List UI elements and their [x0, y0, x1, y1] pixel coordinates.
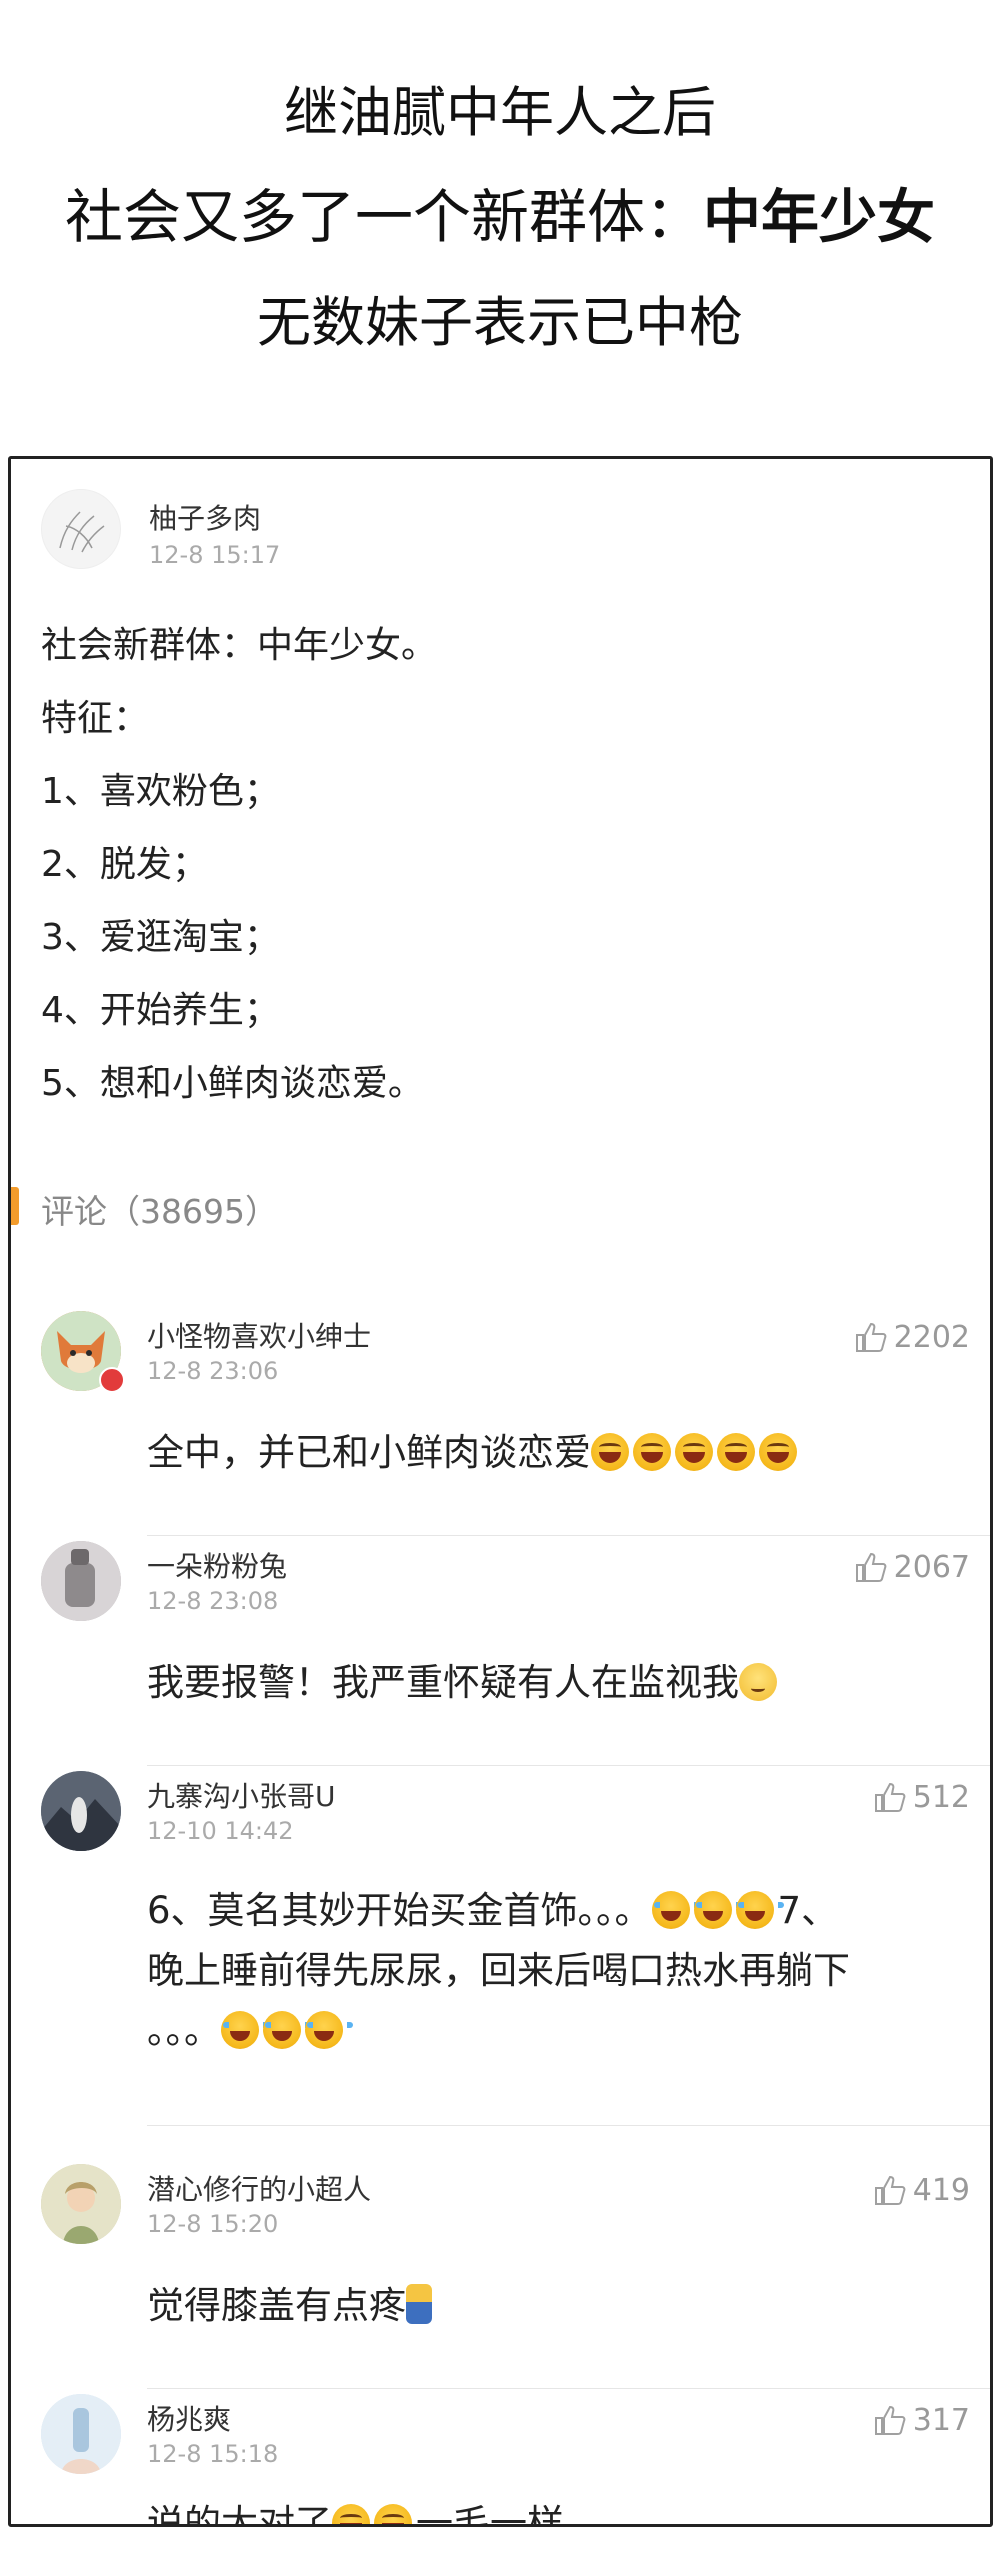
comment-date: 12-10 14:42 [147, 1817, 294, 1845]
comment-text: 觉得膝盖有点疼 [147, 2276, 967, 2336]
comment-text-line: 7、 [777, 1889, 839, 1932]
post-line: 特征： [41, 698, 150, 739]
commenter-avatar[interactable] [41, 2394, 121, 2474]
like-button[interactable]: 2202 [854, 1317, 970, 1357]
comment-item: 一朵粉粉兔 12-8 23:08 2067 我要报警！我严重怀疑有人在监视我 [11, 1541, 990, 1766]
laugh-emoji-icon [675, 1433, 713, 1471]
post-line: 4、开始养生； [41, 990, 280, 1031]
photo-avatar-icon [41, 1541, 121, 1621]
headline-line-1: 继油腻中年人之后 [284, 81, 716, 144]
commenter-name[interactable]: 潜心修行的小超人 [147, 2168, 371, 2208]
comment-divider [147, 2125, 990, 2126]
hands-sketch-icon [59, 511, 105, 553]
post-line: 2、脱发； [41, 844, 208, 885]
comment-item: 杨兆爽 12-8 15:18 317 说的太对了 一毛一样 [11, 2394, 990, 2524]
mountain-photo-avatar-icon [41, 1771, 121, 1851]
thumbs-up-icon [855, 1552, 887, 1582]
comment-divider [147, 1765, 990, 1766]
comment-divider [147, 1535, 990, 1536]
laugh-emoji-icon [633, 1433, 671, 1471]
thumbs-up-icon [874, 2405, 906, 2435]
page-header: 继油腻中年人之后 社会又多了一个新群体：中年少女 无数妹子表示已中枪 [0, 0, 1000, 450]
comment-text: 6、莫名其妙开始买金首饰。。。 7、晚上睡前得先尿尿，回来后喝口热水再躺下。。。 [147, 1881, 967, 2061]
cry-laugh-emoji-icon [221, 2011, 269, 2049]
wink-emoji-icon [739, 1663, 777, 1701]
laugh-emoji-icon [759, 1433, 797, 1471]
comment-item: 小怪物喜欢小绅士 12-8 23:06 2202 全中，并已和小鲜肉谈恋爱 [11, 1311, 990, 1536]
comment-date: 12-8 23:06 [147, 1357, 279, 1385]
headline-line-2-bold: 中年少女 [703, 183, 936, 251]
weibo-screenshot-card: 柚子多肉 12-8 15:17 社会新群体：中年少女。 特征： 1、喜欢粉色； … [8, 456, 993, 2527]
comment-date: 12-8 15:20 [147, 2210, 279, 2238]
comments-count-label: 评论（38695） [41, 1192, 278, 1231]
like-count: 419 [912, 2172, 970, 2208]
like-count: 2067 [893, 1549, 970, 1585]
like-button[interactable]: 317 [873, 2400, 970, 2440]
thumbs-up-icon [874, 2175, 906, 2205]
laugh-emoji-icon [591, 1433, 629, 1471]
post-content: 社会新群体：中年少女。 特征： 1、喜欢粉色； 2、脱发； 3、爱逛淘宝； 4、… [41, 609, 961, 1120]
post-line: 1、喜欢粉色； [41, 771, 280, 812]
laugh-emoji-icon [717, 1433, 755, 1471]
illustration-avatar-icon [41, 2164, 121, 2244]
thumbs-up-icon [855, 1322, 887, 1352]
like-button[interactable]: 512 [873, 1777, 970, 1817]
kneel-emoji-icon [406, 2284, 432, 2324]
laugh-emoji-icon [332, 2504, 370, 2524]
commenter-avatar[interactable] [41, 1541, 121, 1621]
comment-text: 全中，并已和小鲜肉谈恋爱 [147, 1423, 967, 1483]
post-header: 柚子多肉 12-8 15:17 [41, 489, 541, 589]
vip-badge-icon [99, 1367, 125, 1393]
post-author-name[interactable]: 柚子多肉 [149, 497, 261, 537]
comment-date: 12-8 23:08 [147, 1587, 279, 1615]
comment-text-line: 全中，并已和小鲜肉谈恋爱 [147, 1431, 591, 1474]
comments-tab[interactable]: 评论（38695） [11, 1181, 511, 1233]
comment-text: 说的太对了 一毛一样 [147, 2494, 967, 2527]
comment-text-line: 6、莫名其妙开始买金首饰。。。 [147, 1889, 652, 1932]
post-line: 社会新群体：中年少女。 [41, 625, 438, 666]
cry-laugh-emoji-icon [693, 1891, 742, 1929]
commenter-name[interactable]: 一朵粉粉兔 [147, 1545, 287, 1585]
comment-text: 我要报警！我严重怀疑有人在监视我 [147, 1653, 967, 1713]
like-count: 512 [912, 1779, 970, 1815]
commenter-avatar[interactable] [41, 2164, 121, 2244]
comment-item: 九寨沟小张哥U 12-10 14:42 512 6、莫名其妙开始买金首饰。。。 7… [11, 1771, 990, 2126]
like-count: 317 [912, 2402, 970, 2438]
commenter-name[interactable]: 小怪物喜欢小绅士 [147, 1315, 371, 1355]
post-date: 12-8 15:17 [149, 541, 281, 569]
like-button[interactable]: 2067 [854, 1547, 970, 1587]
laugh-emoji-icon [374, 2504, 412, 2524]
comment-text-line: 我要报警！我严重怀疑有人在监视我 [147, 1661, 739, 1704]
comment-item: 潜心修行的小超人 12-8 15:20 419 觉得膝盖有点疼 [11, 2164, 990, 2389]
commenter-avatar[interactable] [41, 1771, 121, 1851]
comment-text-line: 说的太对了 [147, 2502, 332, 2527]
comment-text-line: 一毛一样 [416, 2502, 564, 2527]
active-tab-indicator [11, 1187, 19, 1225]
post-line: 5、想和小鲜肉谈恋爱。 [41, 1063, 424, 1104]
cry-laugh-emoji-icon [735, 1891, 784, 1929]
photo-avatar-icon [41, 2394, 121, 2474]
headline-line-2: 社会又多了一个新群体：中年少女 [0, 170, 1000, 254]
post-line: 3、爱逛淘宝； [41, 917, 280, 958]
like-button[interactable]: 419 [873, 2170, 970, 2210]
comment-text-line: 。。。 [147, 2009, 221, 2052]
comment-divider [147, 2388, 990, 2389]
commenter-name[interactable]: 杨兆爽 [147, 2398, 231, 2438]
headline-line-2-prefix: 社会又多了一个新群体： [64, 183, 703, 251]
comment-text-line: 觉得膝盖有点疼 [147, 2284, 406, 2327]
comment-text-line: 晚上睡前得先尿尿，回来后喝口热水再躺下 [147, 1949, 850, 1992]
thumbs-up-icon [874, 1782, 906, 1812]
cry-laugh-emoji-icon [263, 2011, 311, 2049]
comment-date: 12-8 15:18 [147, 2440, 279, 2468]
like-count: 2202 [893, 1319, 970, 1355]
cry-laugh-emoji-icon [651, 1891, 700, 1929]
headline-line-3: 无数妹子表示已中枪 [257, 291, 743, 354]
cry-laugh-emoji-icon [305, 2011, 353, 2049]
author-avatar[interactable] [41, 489, 121, 569]
commenter-name[interactable]: 九寨沟小张哥U [147, 1775, 336, 1815]
